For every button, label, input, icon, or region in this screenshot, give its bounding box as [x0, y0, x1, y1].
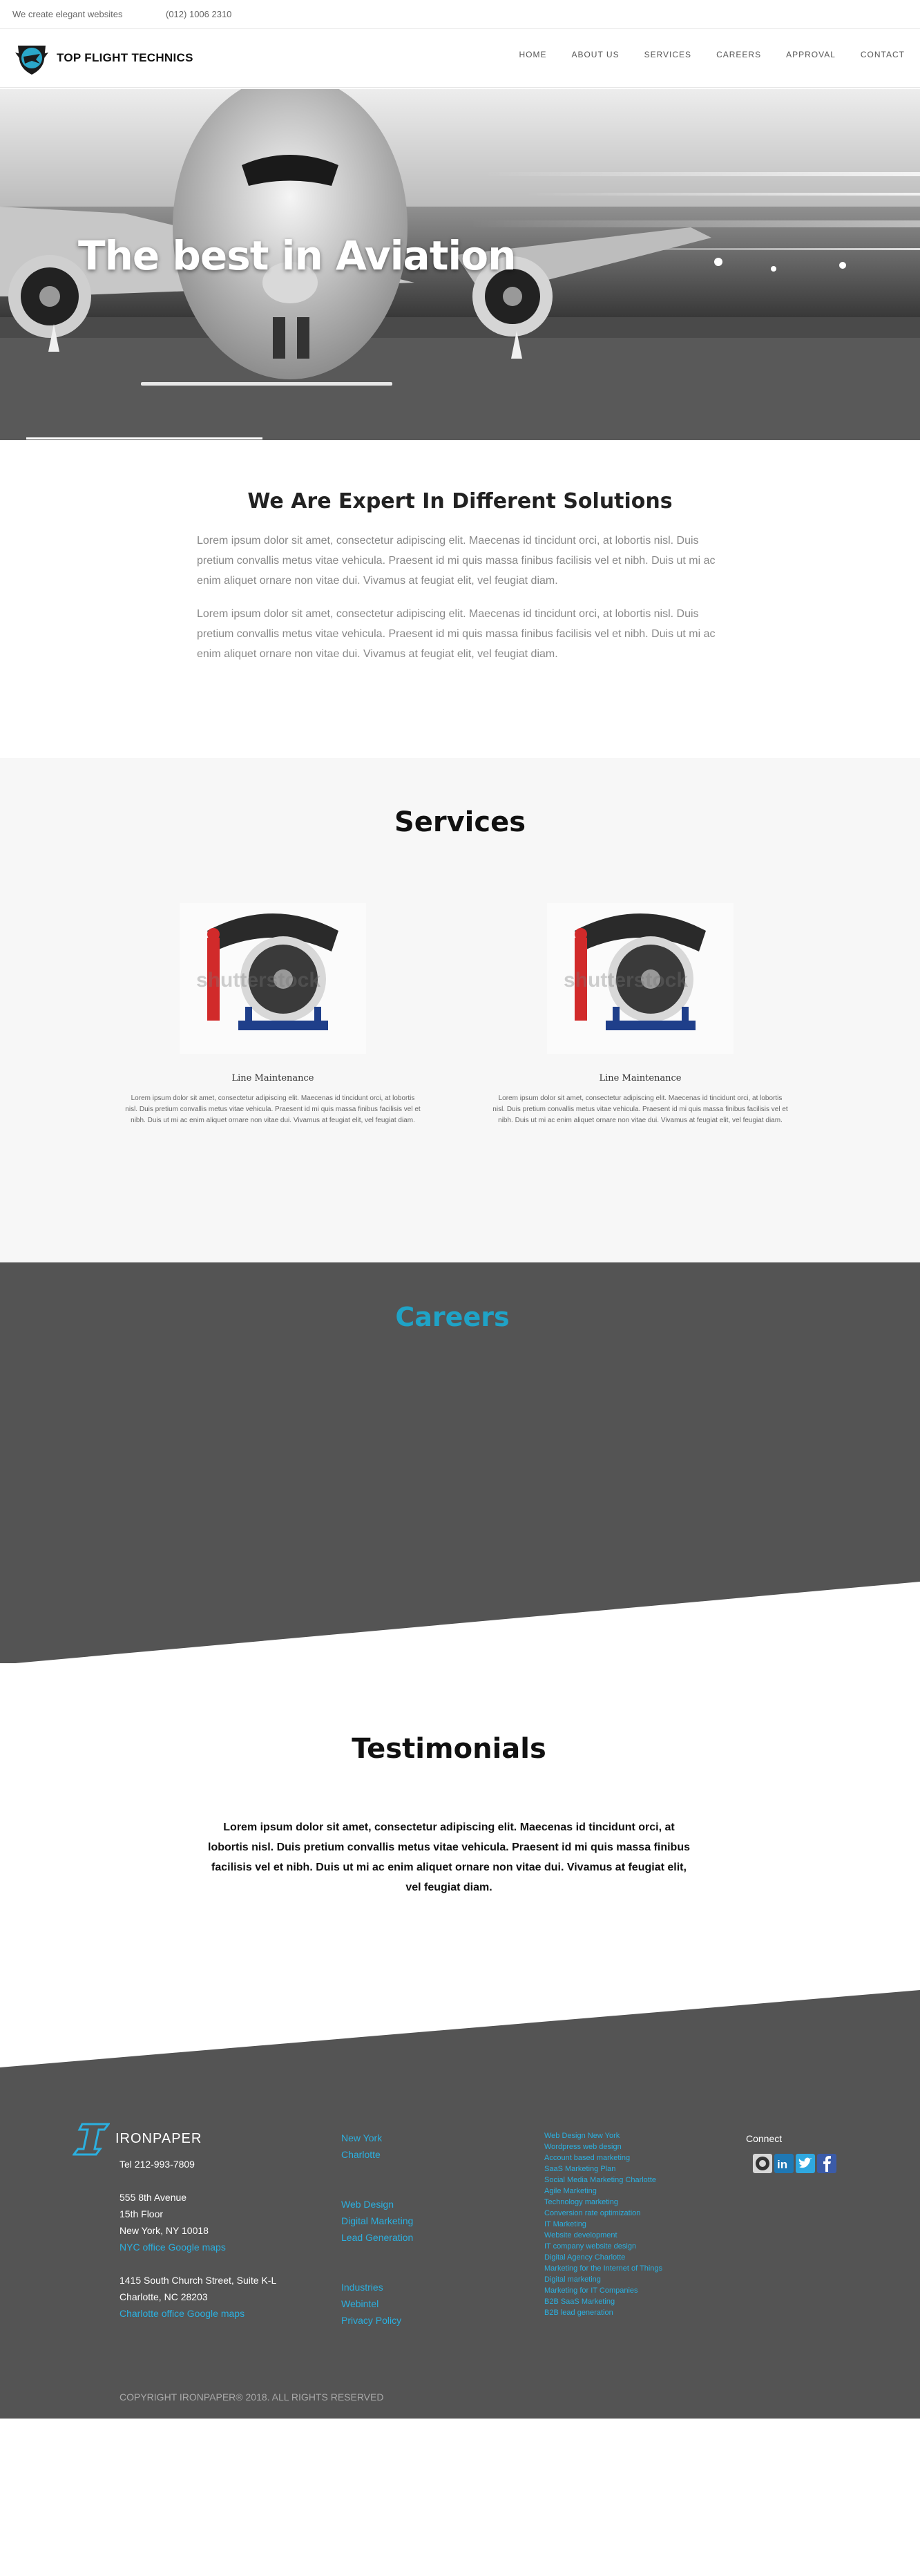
service-description: Lorem ipsum dolor sit amet, consectetur …: [125, 1095, 421, 1124]
expert-paragraph-2: Lorem ipsum dolor sit amet, consectetur …: [197, 608, 716, 660]
services-section: Services shutterstock Line Maintenance L…: [0, 758, 920, 1262]
service-title: Line Maintenance: [599, 1073, 682, 1083]
service-image: shutterstock: [547, 903, 734, 1054]
footer-nav-column: New York Charlotte Web Design Digital Ma…: [341, 2130, 413, 2329]
service-title: Line Maintenance: [231, 1073, 314, 1083]
footer-link-new-york[interactable]: New York: [341, 2132, 382, 2143]
footer-seo-link[interactable]: B2B SaaS Marketing: [544, 2296, 662, 2307]
brand-name: TOP FLIGHT TECHNICS: [57, 51, 193, 64]
nav-approval[interactable]: APPROVAL: [786, 50, 836, 59]
nav-home[interactable]: HOME: [519, 50, 546, 59]
footer-contact: IRONPAPER Tel 212-993-7809 555 8th Avenu…: [73, 2121, 276, 2322]
brand-logo[interactable]: TOP FLIGHT TECHNICS: [12, 39, 193, 77]
twitter-icon[interactable]: [796, 2154, 815, 2173]
footer-seo-link[interactable]: IT company website design: [544, 2241, 662, 2252]
footer-ny-line-1: 555 8th Avenue: [119, 2192, 187, 2203]
phone-number[interactable]: (012) 1006 2310: [166, 9, 231, 19]
linkedin-icon[interactable]: in: [774, 2154, 794, 2173]
tagline: We create elegant websites: [12, 9, 123, 19]
service-description: Lorem ipsum dolor sit amet, consectetur …: [492, 1095, 788, 1124]
footer-seo-link[interactable]: SaaS Marketing Plan: [544, 2163, 662, 2175]
footer-seo-link[interactable]: Wordpress web design: [544, 2141, 662, 2152]
service-image: shutterstock: [180, 903, 366, 1054]
service-watermark: shutterstock: [564, 969, 689, 992]
footer-link-web-design[interactable]: Web Design: [341, 2199, 394, 2210]
testimonial-text: Lorem ipsum dolor sit amet, consectetur …: [208, 1821, 690, 1893]
services-title: Services: [394, 806, 526, 838]
footer-seo-link[interactable]: Conversion rate optimization: [544, 2208, 662, 2219]
ironpaper-icon: [73, 2123, 110, 2156]
footer-spacer: [119, 2172, 276, 2189]
footer-seo-link[interactable]: B2B lead generation: [544, 2307, 662, 2318]
footer-seo-links: Web Design New York Wordpress web design A…: [544, 2130, 662, 2318]
footer-seo-link[interactable]: Account based marketing: [544, 2152, 662, 2163]
careers-title: Careers: [395, 1302, 510, 1332]
footer-nc-map-link[interactable]: Charlotte office Google maps: [119, 2308, 245, 2319]
footer-connect-label: Connect: [746, 2133, 783, 2144]
footer-connect: Connect in: [746, 2130, 838, 2178]
footer-link-lead-generation[interactable]: Lead Generation: [341, 2232, 413, 2243]
hero-scrollbar[interactable]: [26, 437, 262, 439]
site-header: TOP FLIGHT TECHNICS HOME ABOUT US SERVIC…: [0, 29, 920, 88]
svg-text:in: in: [777, 2158, 787, 2171]
footer-copyright: COPYRIGHT IRONPAPER® 2018. ALL RIGHTS RE…: [119, 2392, 384, 2403]
footer-ny-line-2: 15th Floor: [119, 2208, 164, 2219]
nav-careers[interactable]: CAREERS: [716, 50, 761, 59]
bottom-divider: [0, 2418, 920, 2419]
mail-icon[interactable]: [753, 2154, 772, 2173]
footer-tel[interactable]: Tel 212-993-7809: [119, 2156, 276, 2172]
careers-section: Careers: [0, 1262, 920, 1663]
footer-seo-link[interactable]: Technology marketing: [544, 2197, 662, 2208]
footer-nc-line-1: 1415 South Church Street, Suite K-L: [119, 2275, 277, 2286]
footer-link-privacy-policy[interactable]: Privacy Policy: [341, 2315, 401, 2326]
expert-title: We Are Expert In Different Solutions: [247, 489, 673, 513]
footer-link-industries[interactable]: Industries: [341, 2282, 383, 2293]
ironpaper-logo[interactable]: IRONPAPER: [73, 2121, 276, 2156]
hero-underline: [141, 382, 392, 386]
footer-seo-link[interactable]: Web Design New York: [544, 2130, 662, 2141]
footer-spacer: [119, 2255, 276, 2272]
footer-nc-line-2: Charlotte, NC 28203: [119, 2291, 208, 2302]
footer-seo-link[interactable]: Digital marketing: [544, 2274, 662, 2285]
footer-seo-link[interactable]: Marketing for the Internet of Things: [544, 2263, 662, 2274]
expert-paragraph-1: Lorem ipsum dolor sit amet, consectetur …: [197, 535, 716, 587]
footer-link-charlotte[interactable]: Charlotte: [341, 2149, 381, 2160]
social-icons: in: [753, 2154, 838, 2178]
footer-seo-link[interactable]: Social Media Marketing Charlotte: [544, 2175, 662, 2186]
footer-link-digital-marketing[interactable]: Digital Marketing: [341, 2215, 413, 2226]
main-nav: HOME ABOUT US SERVICES CAREERS APPROVAL …: [494, 50, 905, 59]
service-card[interactable]: shutterstock Line Maintenance Lorem ipsu…: [492, 903, 789, 1126]
hero-banner: The best in Aviation: [0, 89, 920, 440]
footer-seo-link[interactable]: Agile Marketing: [544, 2186, 662, 2197]
footer-link-webintel[interactable]: Webintel: [341, 2298, 378, 2309]
logo-badge-icon: [15, 46, 48, 75]
footer-seo-link[interactable]: Website development: [544, 2230, 662, 2241]
nav-about-us[interactable]: ABOUT US: [571, 50, 619, 59]
footer-brand: IRONPAPER: [115, 2131, 202, 2146]
footer-seo-link[interactable]: IT Marketing: [544, 2219, 662, 2230]
facebook-icon[interactable]: [817, 2154, 836, 2173]
footer-ny-map-link[interactable]: NYC office Google maps: [119, 2242, 226, 2253]
top-bar: We create elegant websites (012) 1006 23…: [0, 0, 920, 29]
nav-services[interactable]: SERVICES: [644, 50, 691, 59]
testimonials-title: Testimonials: [352, 1733, 546, 1765]
hero-title: The best in Aviation: [78, 232, 516, 279]
service-card[interactable]: shutterstock Line Maintenance Lorem ipsu…: [124, 903, 421, 1126]
service-watermark: shutterstock: [196, 969, 321, 992]
footer-seo-link[interactable]: Marketing for IT Companies: [544, 2285, 662, 2296]
footer: IRONPAPER Tel 212-993-7809 555 8th Avenu…: [0, 1990, 920, 2418]
footer-seo-link[interactable]: Digital Agency Charlotte: [544, 2252, 662, 2263]
footer-ny-line-3: New York, NY 10018: [119, 2225, 209, 2236]
nav-contact[interactable]: CONTACT: [861, 50, 905, 59]
